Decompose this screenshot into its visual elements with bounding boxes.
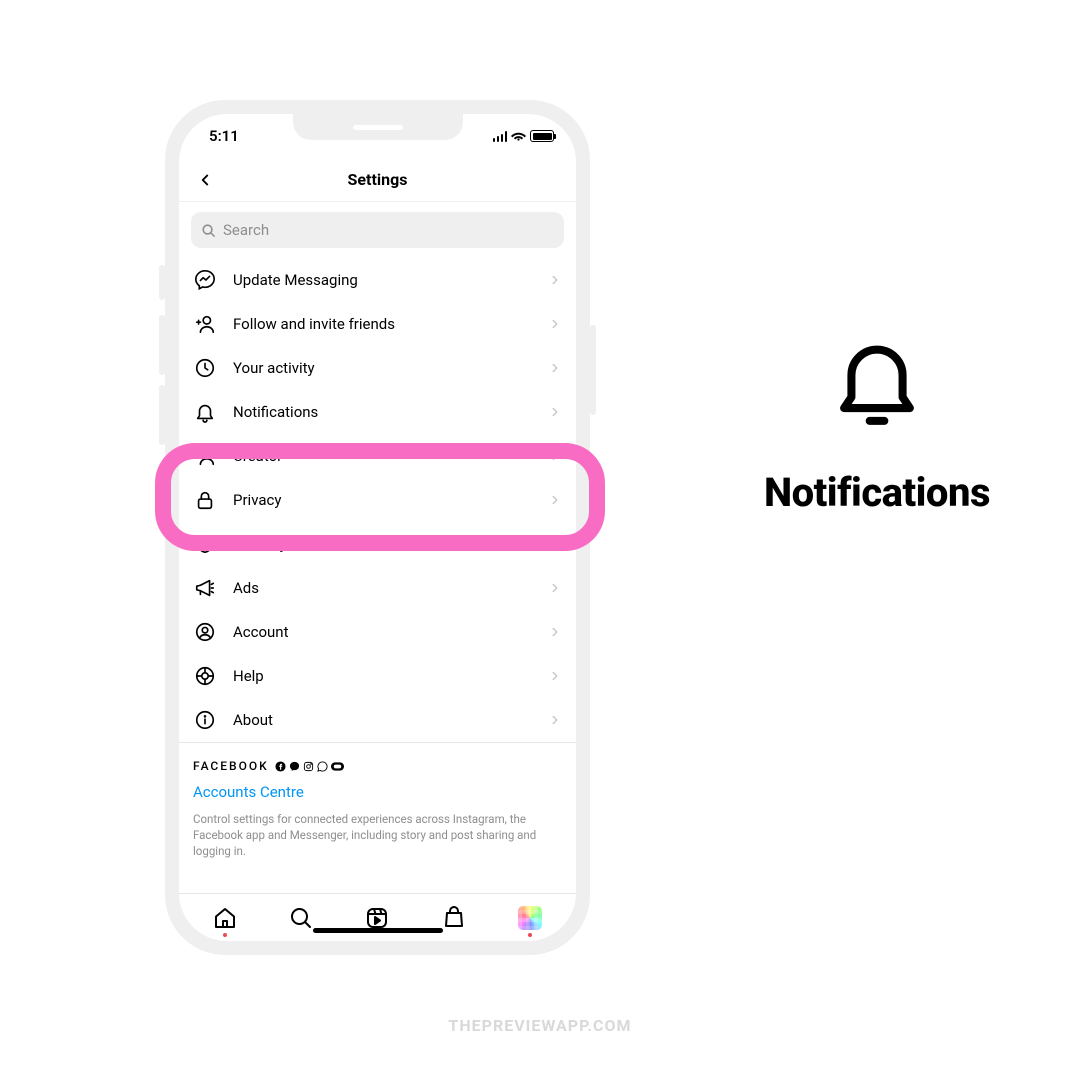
settings-item-label: Ads bbox=[233, 579, 532, 597]
settings-item-label: Account bbox=[233, 623, 532, 641]
tab-home[interactable] bbox=[211, 904, 239, 932]
settings-item-update-messaging[interactable]: Update Messaging bbox=[179, 258, 576, 302]
settings-item-security[interactable]: Security bbox=[179, 522, 576, 566]
tab-search[interactable] bbox=[287, 904, 315, 932]
phone-side-button bbox=[590, 325, 596, 415]
settings-item-account[interactable]: Account bbox=[179, 610, 576, 654]
phone-notch bbox=[293, 114, 463, 140]
settings-item-creator[interactable]: Creator bbox=[179, 434, 576, 478]
status-time: 5:11 bbox=[209, 127, 239, 145]
search-placeholder: Search bbox=[223, 221, 269, 239]
oculus-small-icon bbox=[331, 761, 344, 772]
settings-item-your-activity[interactable]: Your activity bbox=[179, 346, 576, 390]
chevron-right-icon bbox=[548, 317, 562, 331]
bell-icon bbox=[193, 400, 217, 424]
phone-side-button bbox=[159, 265, 165, 300]
tab-shop[interactable] bbox=[440, 904, 468, 932]
facebook-icon bbox=[275, 761, 286, 772]
chevron-right-icon bbox=[548, 405, 562, 419]
search-icon bbox=[289, 906, 313, 930]
settings-item-label: Notifications bbox=[233, 403, 532, 421]
callout-title: Notifications bbox=[764, 469, 990, 516]
battery-icon bbox=[530, 130, 554, 142]
help-icon bbox=[193, 664, 217, 688]
chevron-left-icon bbox=[196, 171, 214, 189]
tab-bar bbox=[179, 893, 576, 941]
notification-dot bbox=[223, 933, 227, 937]
settings-item-label: Update Messaging bbox=[233, 271, 532, 289]
page-title: Settings bbox=[348, 170, 408, 189]
wifi-icon bbox=[511, 131, 526, 142]
chevron-right-icon bbox=[548, 361, 562, 375]
settings-item-label: Help bbox=[233, 667, 532, 685]
reels-icon bbox=[365, 906, 389, 930]
settings-item-label: Your activity bbox=[233, 359, 532, 377]
megaphone-icon bbox=[193, 576, 217, 600]
back-button[interactable] bbox=[191, 166, 219, 194]
signal-icon bbox=[493, 131, 508, 142]
accounts-centre-link[interactable]: Accounts Centre bbox=[193, 783, 562, 801]
notification-dot bbox=[528, 933, 532, 937]
settings-item-label: Follow and invite friends bbox=[233, 315, 532, 333]
chevron-right-icon bbox=[548, 581, 562, 595]
home-indicator bbox=[313, 928, 443, 933]
tab-profile[interactable] bbox=[516, 904, 544, 932]
chevron-right-icon bbox=[548, 273, 562, 287]
chevron-right-icon bbox=[548, 669, 562, 683]
account-icon bbox=[193, 620, 217, 644]
phone-side-button bbox=[159, 385, 165, 445]
chevron-right-icon bbox=[548, 537, 562, 551]
creator-icon bbox=[193, 444, 217, 468]
bell-icon bbox=[832, 335, 922, 430]
accounts-centre-section: FACEBOOK Accounts Centre Control setting… bbox=[179, 742, 576, 869]
home-icon bbox=[213, 906, 237, 930]
settings-item-label: Creator bbox=[233, 447, 532, 465]
settings-item-label: Security bbox=[233, 535, 532, 553]
chevron-right-icon bbox=[548, 625, 562, 639]
settings-item-ads[interactable]: Ads bbox=[179, 566, 576, 610]
settings-item-privacy[interactable]: Privacy bbox=[179, 478, 576, 522]
phone-side-button bbox=[159, 315, 165, 375]
profile-avatar bbox=[518, 906, 542, 930]
activity-icon bbox=[193, 356, 217, 380]
lock-icon bbox=[193, 488, 217, 512]
facebook-brand-row: FACEBOOK bbox=[193, 759, 562, 773]
instagram-small-icon bbox=[303, 761, 314, 772]
info-icon bbox=[193, 708, 217, 732]
nav-header: Settings bbox=[179, 158, 576, 202]
status-indicators bbox=[493, 130, 555, 142]
settings-item-label: Privacy bbox=[233, 491, 532, 509]
facebook-brand: FACEBOOK bbox=[193, 759, 269, 773]
settings-item-follow-invite[interactable]: Follow and invite friends bbox=[179, 302, 576, 346]
settings-item-notifications[interactable]: Notifications bbox=[179, 390, 576, 434]
settings-item-label: About bbox=[233, 711, 532, 729]
add-user-icon bbox=[193, 312, 217, 336]
phone-screen: 5:11 Settings Search bbox=[179, 114, 576, 941]
search-input[interactable]: Search bbox=[191, 212, 564, 248]
chevron-right-icon bbox=[548, 713, 562, 727]
phone-frame: 5:11 Settings Search bbox=[165, 100, 590, 955]
messenger-icon bbox=[193, 268, 217, 292]
shop-icon bbox=[442, 906, 466, 930]
shield-icon bbox=[193, 532, 217, 556]
callout: Notifications bbox=[764, 335, 990, 516]
facebook-product-icons bbox=[275, 761, 344, 772]
accounts-centre-description: Control settings for connected experienc… bbox=[193, 811, 562, 859]
whatsapp-small-icon bbox=[317, 761, 328, 772]
search-icon bbox=[201, 223, 216, 238]
settings-item-about[interactable]: About bbox=[179, 698, 576, 742]
chevron-right-icon bbox=[548, 493, 562, 507]
settings-item-help[interactable]: Help bbox=[179, 654, 576, 698]
messenger-small-icon bbox=[289, 761, 300, 772]
settings-content: Search Update Messaging Follow and invit… bbox=[179, 202, 576, 893]
chevron-right-icon bbox=[548, 449, 562, 463]
watermark: THEPREVIEWAPP.COM bbox=[448, 1016, 631, 1035]
